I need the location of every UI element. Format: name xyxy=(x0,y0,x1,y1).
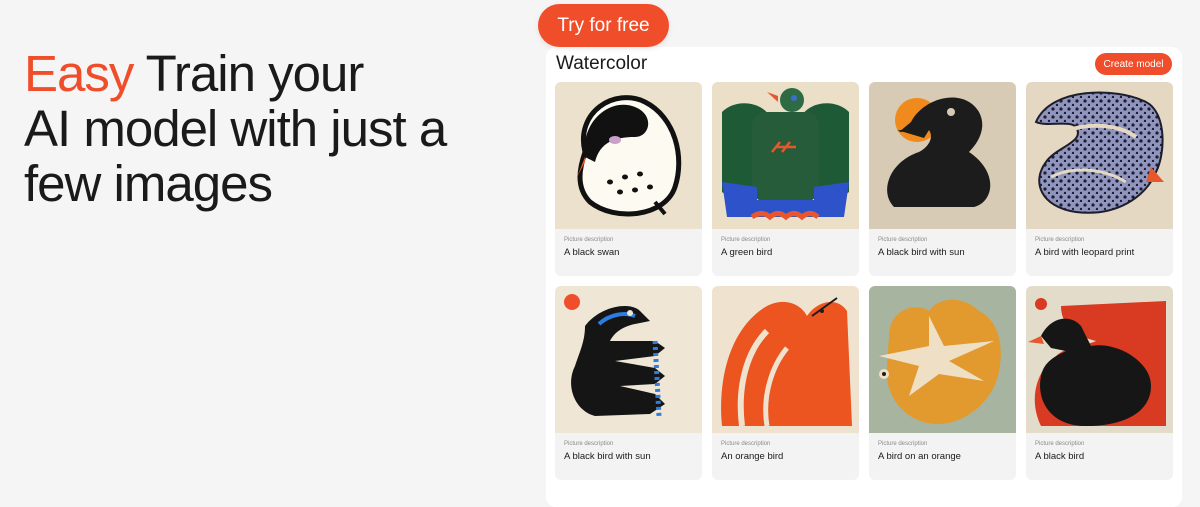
black-bird-red-art xyxy=(1026,286,1173,433)
caption-text: A black bird xyxy=(1035,451,1085,462)
caption-label: Picture description xyxy=(1035,441,1085,447)
caption-text: A black bird with sun xyxy=(878,247,965,258)
caption-label: Picture description xyxy=(878,237,928,243)
caption-label: Picture description xyxy=(878,441,928,447)
caption-text: An orange bird xyxy=(721,451,784,462)
caption-text: A black swan xyxy=(564,247,620,258)
caption-label: Picture description xyxy=(1035,237,1085,243)
image-card[interactable]: Picture description An orange bird xyxy=(712,286,859,480)
black-bird-sun-art xyxy=(869,82,1016,229)
image-grid: Picture description A black swan Picture… xyxy=(555,82,1173,480)
green-bird-art xyxy=(712,82,859,229)
black-swan-art xyxy=(555,82,702,229)
image-card[interactable]: Picture description A bird on an orange xyxy=(869,286,1016,480)
headline-line1: Train your xyxy=(133,45,365,102)
orange-bird-art xyxy=(712,286,859,433)
headline-line3: few images xyxy=(24,155,273,212)
caption-text: A black bird with sun xyxy=(564,451,651,462)
image-card[interactable]: Picture description A green bird xyxy=(712,82,859,276)
hero-headline: Easy Train your AI model with just a few… xyxy=(24,45,447,212)
bird-on-orange-art xyxy=(869,286,1016,433)
caption-label: Picture description xyxy=(721,441,771,447)
caption-text: A bird with leopard print xyxy=(1035,247,1135,258)
model-panel: Watercolor Create model Picture descript… xyxy=(546,47,1182,507)
caption-label: Picture description xyxy=(564,441,614,447)
image-card[interactable]: Picture description A black swan xyxy=(555,82,702,276)
black-bird-blue-art xyxy=(555,286,702,433)
headline-accent-word: Easy xyxy=(24,45,134,102)
image-card[interactable]: Picture description A black bird with su… xyxy=(869,82,1016,276)
headline-line2: AI model with just a xyxy=(24,100,447,157)
image-card[interactable]: Picture description A black bird with su… xyxy=(555,286,702,480)
image-card[interactable]: Picture description A bird with leopard … xyxy=(1026,82,1173,276)
image-card[interactable]: Picture description A black bird xyxy=(1026,286,1173,480)
caption-text: A bird on an orange xyxy=(878,451,961,462)
caption-label: Picture description xyxy=(721,237,771,243)
caption-label: Picture description xyxy=(564,237,614,243)
try-for-free-button[interactable]: Try for free xyxy=(538,4,669,47)
panel-title: Watercolor xyxy=(556,53,648,74)
create-model-button[interactable]: Create model xyxy=(1095,53,1172,75)
caption-text: A green bird xyxy=(721,247,773,258)
leopard-bird-art xyxy=(1026,82,1173,229)
